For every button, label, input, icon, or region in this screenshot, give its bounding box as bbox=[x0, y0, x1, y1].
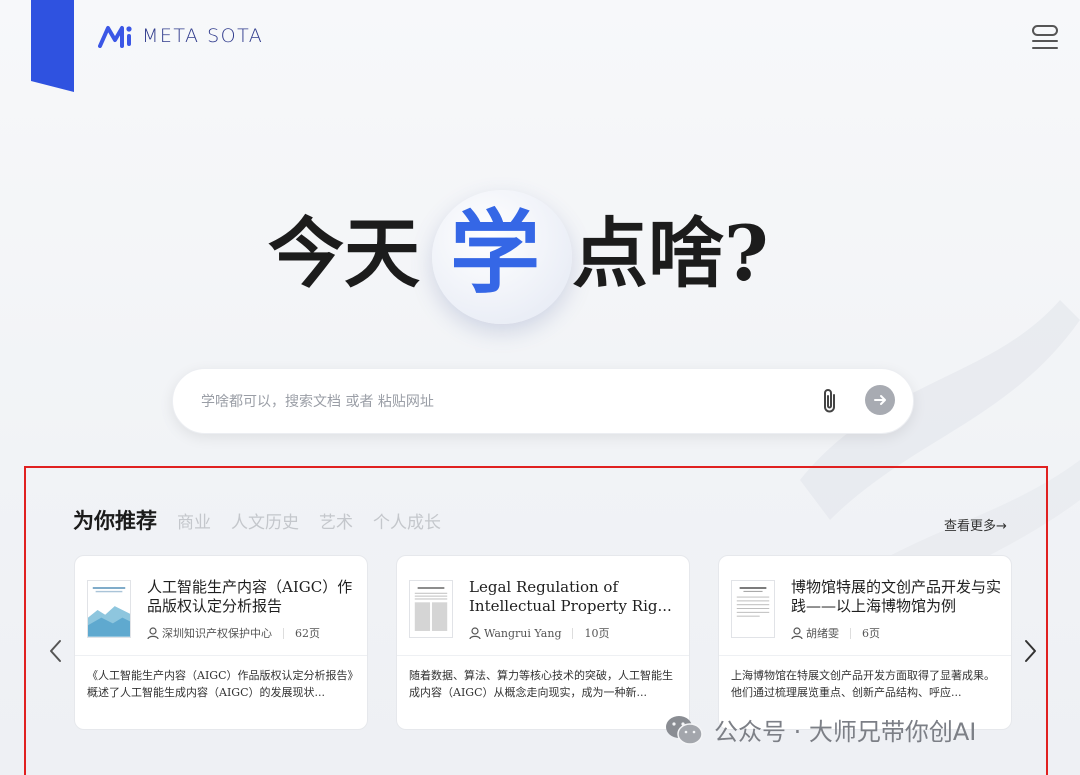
tab-business[interactable]: 商业 bbox=[177, 508, 211, 533]
search-submit-button[interactable] bbox=[865, 385, 895, 415]
user-icon bbox=[791, 626, 803, 639]
doc-meta: 胡绪雯 6页 bbox=[791, 625, 880, 641]
hero-heading: 今天 学 点啥? bbox=[0, 190, 1080, 330]
doc-summary: 随着数据、算法、算力等核心技术的突破，人工智能生成内容（AIGC）从概念走向现实… bbox=[409, 669, 673, 699]
tab-humanities-history[interactable]: 人文历史 bbox=[231, 508, 299, 533]
brand-name: META SOTA bbox=[142, 25, 264, 47]
doc-title: 人工智能生产内容（AIGC）作品版权认定分析报告 bbox=[147, 578, 353, 615]
doc-meta: Wangrui Yang 10页 bbox=[469, 625, 609, 641]
chevron-right-icon[interactable] bbox=[1020, 636, 1040, 666]
document-thumbnail bbox=[731, 580, 775, 638]
document-thumbnail bbox=[409, 580, 453, 638]
card-divider bbox=[719, 655, 1011, 656]
document-thumbnail bbox=[87, 580, 131, 638]
search-input[interactable] bbox=[201, 387, 761, 417]
card-divider bbox=[397, 655, 689, 656]
brand-logo[interactable]: META SOTA bbox=[98, 24, 263, 48]
doc-card[interactable]: 博物馆特展的文创产品开发与实践——以上海博物馆为例 胡绪雯 6页 上海博物馆在特… bbox=[718, 555, 1012, 730]
meta-divider bbox=[850, 627, 851, 639]
see-more-link[interactable]: 查看更多→ bbox=[944, 515, 1007, 534]
user-icon bbox=[147, 626, 159, 639]
doc-card[interactable]: 人工智能生产内容（AIGC）作品版权认定分析报告 深圳知识产权保护中心 62页 … bbox=[74, 555, 368, 730]
doc-summary: 《人工智能生产内容（AIGC）作品版权认定分析报告》概述了人工智能生成内容（AI… bbox=[87, 669, 359, 699]
doc-author: 胡绪雯 bbox=[806, 627, 839, 640]
doc-card[interactable]: Legal Regulation of Intellectual Propert… bbox=[396, 555, 690, 730]
wechat-icon bbox=[666, 715, 703, 745]
hero-text-highlight: 学 bbox=[450, 200, 540, 306]
doc-meta: 深圳知识产权保护中心 62页 bbox=[147, 625, 320, 641]
recommend-tabs: 为你推荐 商业 人文历史 艺术 个人成长 bbox=[73, 505, 441, 535]
tab-personal-growth[interactable]: 个人成长 bbox=[373, 508, 441, 533]
doc-author: Wangrui Yang bbox=[484, 626, 562, 640]
menu-icon[interactable] bbox=[1030, 22, 1060, 52]
watermark: 公众号 · 大师兄带你创AI bbox=[664, 712, 976, 747]
meta-divider bbox=[572, 627, 574, 639]
hero-text-left: 今天 bbox=[268, 209, 420, 298]
doc-author: 深圳知识产权保护中心 bbox=[162, 627, 272, 640]
user-icon bbox=[469, 626, 481, 639]
tab-art[interactable]: 艺术 bbox=[319, 508, 353, 533]
card-divider bbox=[75, 655, 367, 656]
doc-pages: 10页 bbox=[584, 627, 610, 640]
brand-ribbon bbox=[31, 0, 74, 92]
arrow-right-icon bbox=[874, 395, 886, 405]
watermark-text: 公众号 · 大师兄带你创AI bbox=[714, 718, 977, 746]
tab-recommend[interactable]: 为你推荐 bbox=[73, 505, 157, 535]
logo-icon bbox=[98, 26, 132, 48]
doc-pages: 62页 bbox=[295, 627, 320, 640]
search-box bbox=[172, 368, 914, 434]
doc-title: Legal Regulation of Intellectual Propert… bbox=[469, 578, 672, 615]
meta-divider bbox=[283, 627, 284, 639]
hero-text-right: 点啥? bbox=[572, 209, 769, 298]
doc-summary: 上海博物馆在特展文创产品开发方面取得了显著成果。他们通过梳理展览重点、创新产品结… bbox=[731, 669, 995, 699]
paperclip-icon[interactable] bbox=[820, 387, 840, 415]
doc-title: 博物馆特展的文创产品开发与实践——以上海博物馆为例 bbox=[791, 578, 1001, 615]
chevron-left-icon[interactable] bbox=[46, 636, 66, 666]
doc-pages: 6页 bbox=[862, 627, 880, 640]
